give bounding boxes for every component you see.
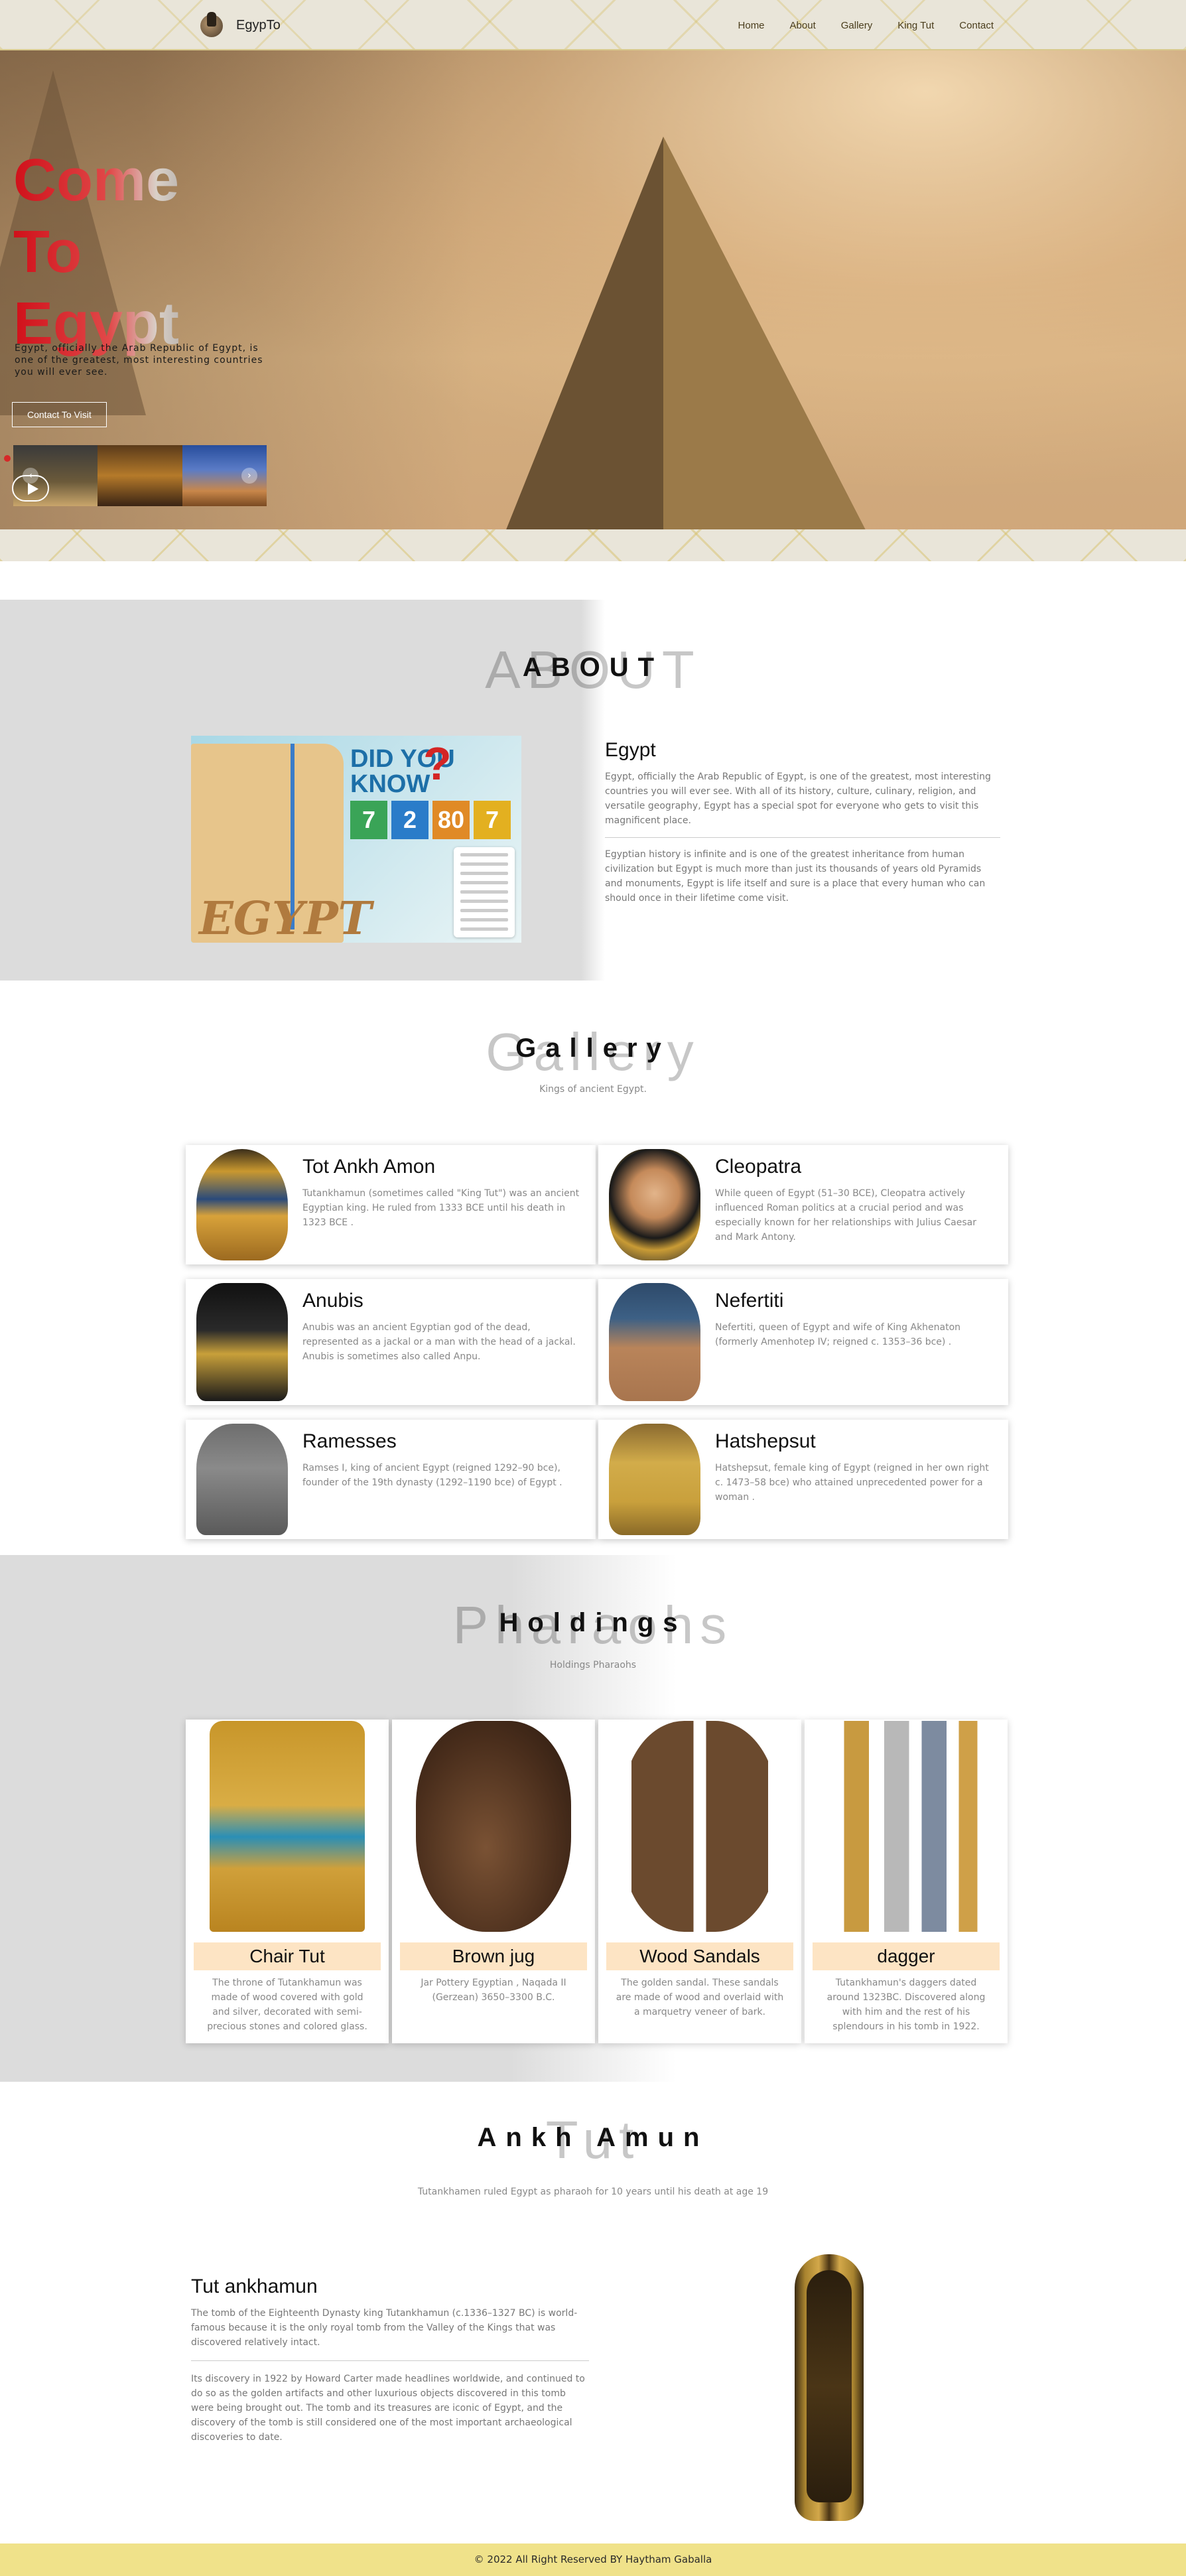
tut-subtitle: Tutankhamen ruled Egypt as pharaoh for 1… (417, 2187, 769, 2197)
king-card-anubis[interactable]: Anubis Anubis was an ancient Egyptian go… (186, 1279, 596, 1405)
holding-card-dagger[interactable]: dagger Tutankhamun's daggers dated aroun… (805, 1720, 1008, 2043)
holding-card-chair-tut[interactable]: Chair Tut The throne of Tutankhamun was … (186, 1720, 389, 2043)
about-section: ABOUT ABOUT EGYPT DID YOU KNOW ? 7 2 80 … (0, 600, 1186, 981)
tut-paragraph-2: Its discovery in 1922 by Howard Carter m… (191, 2374, 585, 2443)
contact-to-visit-button[interactable]: Contact To Visit (12, 402, 107, 427)
king-card-text: Nefertiti, queen of Egypt and wife of Ki… (715, 1322, 961, 1347)
tut-title: Ankh Amun (477, 2123, 709, 2152)
king-card-tot-ankh-amon[interactable]: Tot Ankh Amon Tutankhamun (sometimes cal… (186, 1145, 596, 1264)
tut-paragraph-1: The tomb of the Eighteenth Dynasty king … (191, 2308, 578, 2348)
holding-card-title: Brown jug (400, 1942, 587, 1970)
about-title: ABOUT (522, 653, 664, 682)
question-mark-icon: ? (423, 738, 452, 789)
king-card-text: Tutankhamun (sometimes called "King Tut"… (302, 1188, 580, 1228)
play-video-button[interactable] (12, 475, 49, 502)
infographic-number: 80 (432, 801, 470, 839)
holding-card-text: The golden sandal. These sandals are mad… (616, 1978, 784, 2017)
gallery-title: Gallery (515, 1034, 671, 1063)
about-paragraph-1: Egypt, officially the Arab Republic of E… (605, 772, 991, 826)
holdings-section: Pharaohs Holdings Holdings Pharaohs Chai… (0, 1555, 1186, 2082)
ramesses-statue-image (196, 1424, 288, 1535)
infographic-number: 7 (350, 801, 387, 839)
egypt-infographic-image: EGYPT DID YOU KNOW ? 7 2 80 7 (191, 736, 521, 943)
slider-next-icon[interactable]: › (241, 468, 257, 484)
nav-links: Home About Gallery King Tut Contact (713, 20, 994, 31)
brand-name: EgypTo (236, 17, 281, 33)
slider-indicator-dot[interactable] (4, 455, 11, 462)
infographic-legend-card (454, 847, 515, 937)
nav-link-contact[interactable]: Contact (959, 20, 994, 31)
tut-divider (191, 2360, 589, 2361)
king-card-text: Hatshepsut, female king of Egypt (reigne… (715, 1463, 989, 1503)
king-card-cleopatra[interactable]: Cleopatra While queen of Egypt (51–30 BC… (598, 1145, 1008, 1264)
wood-sandals-image (622, 1721, 777, 1932)
holding-card-title: Wood Sandals (606, 1942, 793, 1970)
thumbnail-3[interactable]: › (182, 445, 267, 506)
holdings-subtitle: Holdings Pharaohs (549, 1660, 637, 1670)
nav-link-gallery[interactable]: Gallery (841, 20, 873, 31)
hero-thumbnail-slider[interactable]: ‹ › (13, 445, 267, 506)
hero-description: Egypt, officially the Arab Republic of E… (15, 343, 263, 377)
about-paragraph-2: Egyptian history is infinite and is one … (605, 849, 986, 904)
holding-card-title: Chair Tut (194, 1942, 381, 1970)
cleopatra-image (609, 1149, 700, 1260)
king-card-title: Hatshepsut (715, 1430, 816, 1452)
king-card-text: Ramses I, king of ancient Egypt (reigned… (302, 1463, 562, 1488)
tut-text-block: Tut ankhamun The tomb of the Eighteenth … (191, 2275, 589, 2445)
king-card-title: Cleopatra (715, 1156, 802, 1178)
holdings-title: Holdings (499, 1608, 687, 1637)
infographic-number: 7 (474, 801, 511, 839)
hero-title-line1: Come To (13, 147, 180, 285)
brand[interactable]: EgypTo (199, 12, 281, 38)
king-card-nefertiti[interactable]: Nefertiti Nefertiti, queen of Egypt and … (598, 1279, 1008, 1405)
about-text-block: Egypt Egypt, officially the Arab Republi… (605, 739, 1000, 906)
king-card-title: Ramesses (302, 1430, 397, 1452)
hero-pattern-band (0, 529, 1186, 561)
holding-card-text: Jar Pottery Egyptian , Naqada II (Gerzea… (421, 1978, 566, 2003)
tut-heading-text: Tut ankhamun (191, 2275, 318, 2297)
king-card-title: Anubis (302, 1290, 363, 1312)
king-card-ramesses[interactable]: Ramesses Ramses I, king of ancient Egypt… (186, 1420, 596, 1539)
pharaoh-logo-icon (199, 12, 224, 38)
holding-card-brown-jug[interactable]: Brown jug Jar Pottery Egyptian , Naqada … (392, 1720, 595, 2043)
tutankhamun-mask-image (196, 1149, 288, 1260)
about-heading-egypt: Egypt (605, 739, 656, 761)
infographic-number: 2 (391, 801, 428, 839)
about-divider (605, 837, 1000, 838)
thumbnail-2[interactable] (98, 445, 182, 506)
tutankhamun-coffin-image (795, 2254, 864, 2521)
nav-link-king-tut[interactable]: King Tut (897, 20, 934, 31)
anubis-image (196, 1283, 288, 1401)
king-card-text: Anubis was an ancient Egyptian god of th… (302, 1322, 576, 1362)
navbar: EgypTo Home About Gallery King Tut Conta… (0, 0, 1186, 50)
brown-jug-image (416, 1721, 571, 1932)
holding-card-text: Tutankhamun's daggers dated around 1323B… (826, 1978, 986, 2032)
gallery-subtitle: Kings of ancient Egypt. (539, 1084, 647, 1095)
nefertiti-bust-image (609, 1283, 700, 1401)
nav-link-home[interactable]: Home (738, 20, 765, 31)
footer: © 2022 All Right Reserved BY Haytham Gab… (0, 2543, 1186, 2576)
king-card-hatshepsut[interactable]: Hatshepsut Hatshepsut, female king of Eg… (598, 1420, 1008, 1539)
holding-card-wood-sandals[interactable]: Wood Sandals The golden sandal. These sa… (598, 1720, 801, 2043)
hatshepsut-statue-image (609, 1424, 700, 1535)
holding-card-text: The throne of Tutankhamun was made of wo… (207, 1978, 367, 2032)
hero-section: Come To Egypt Egypt, officially the Arab… (0, 50, 1186, 561)
holding-card-title: dagger (813, 1942, 1000, 1970)
footer-copyright: © 2022 All Right Reserved BY Haytham Gab… (474, 2553, 712, 2565)
infographic-egypt-text: EGYPT (199, 892, 372, 943)
golden-chair-image (210, 1721, 365, 1932)
infographic-numbers: 7 2 80 7 (350, 801, 511, 839)
hero-title: Come To Egypt (13, 145, 252, 360)
king-card-title: Nefertiti (715, 1290, 784, 1312)
nav-link-about[interactable]: About (790, 20, 816, 31)
daggers-image (828, 1721, 984, 1932)
king-card-text: While queen of Egypt (51–30 BCE), Cleopa… (715, 1188, 976, 1243)
king-card-title: Tot Ankh Amon (302, 1156, 436, 1178)
